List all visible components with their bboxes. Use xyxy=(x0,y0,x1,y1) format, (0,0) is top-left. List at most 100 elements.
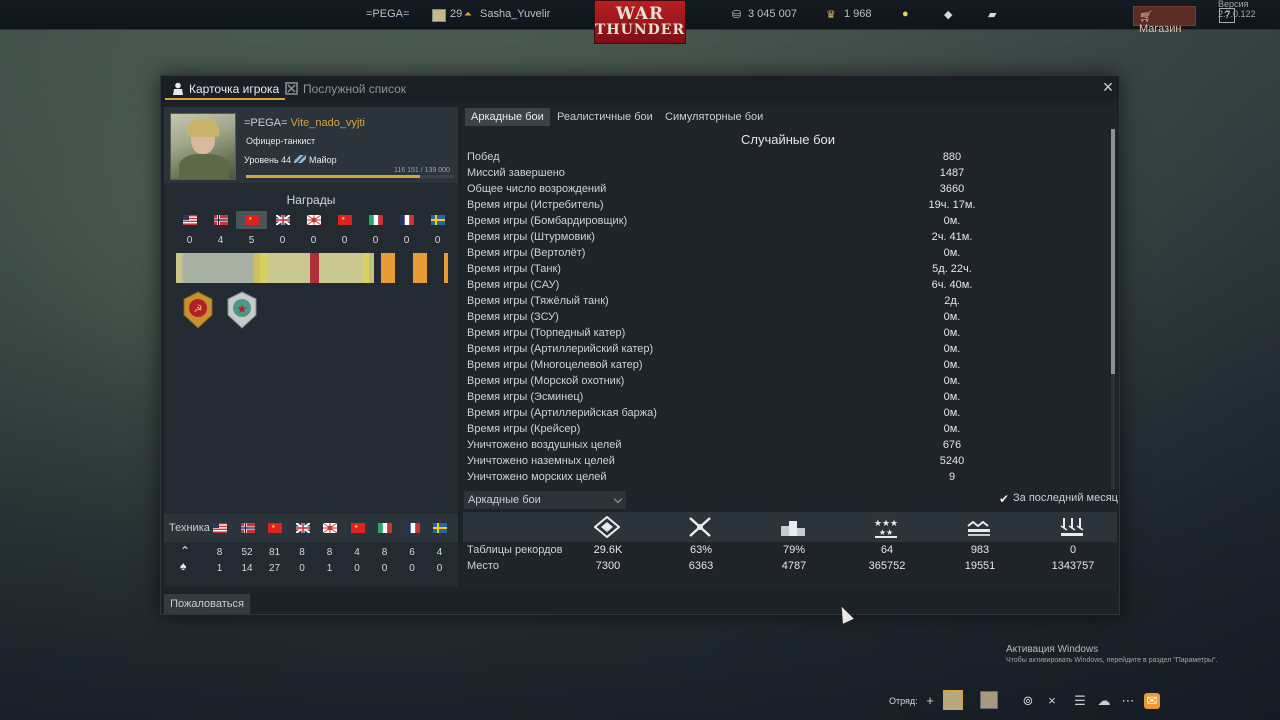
ribbon-3[interactable] xyxy=(310,253,319,283)
tab-service-record-label: Послужной список xyxy=(303,82,407,96)
ribbon-7[interactable] xyxy=(413,253,427,283)
award-nation-france[interactable] xyxy=(391,211,422,229)
list-icon[interactable]: ☰ xyxy=(1072,693,1088,709)
ribbon-8[interactable] xyxy=(444,253,448,283)
squad-member-avatar[interactable] xyxy=(943,690,963,710)
tab-simulator[interactable]: Симуляторные бои xyxy=(659,108,769,126)
ribbon-5[interactable] xyxy=(369,253,374,283)
report-button[interactable]: Пожаловаться xyxy=(164,594,250,614)
mail-icon[interactable]: ✉ xyxy=(1144,693,1160,709)
vehicle-nation-china-2[interactable]: ★ xyxy=(342,519,373,537)
award-nation-china-2[interactable]: ★ xyxy=(329,211,360,229)
ribbon-2[interactable] xyxy=(260,253,310,283)
stat-label: Уничтожено морских целей xyxy=(467,471,607,483)
vehicle-count: 81 xyxy=(268,547,281,558)
svg-text:★★: ★★ xyxy=(879,528,893,537)
award-nation-china[interactable]: ★ xyxy=(236,211,267,229)
japan-flag-icon xyxy=(323,523,337,533)
stat-value: 0м. xyxy=(943,247,961,259)
ribbon-1[interactable] xyxy=(176,253,260,283)
vehicle-nation-italy[interactable] xyxy=(369,519,400,537)
records-mode-dropdown[interactable]: Аркадные бои xyxy=(464,491,626,509)
spade-icon: ♠ xyxy=(180,559,187,573)
stat-row: Время игры (Вертолёт) 0м. xyxy=(467,247,1107,263)
stat-value: 0м. xyxy=(943,407,961,419)
tab-player-card[interactable]: Карточка игрока xyxy=(165,80,286,100)
stat-value: 1487 xyxy=(939,167,965,179)
stat-label: Время игры (Крейсер) xyxy=(467,423,581,435)
stat-value: 6ч. 40м. xyxy=(931,279,973,291)
stat-row: Время игры (Тяжёлый танк) 2д. xyxy=(467,295,1107,311)
award-count: 5 xyxy=(248,235,255,246)
vehicle-count: 27 xyxy=(268,563,281,574)
stat-label: Время игры (Вертолёт) xyxy=(467,247,586,259)
scrollbar-thumb[interactable] xyxy=(1111,129,1115,374)
stat-label: Время игры (ЗСУ) xyxy=(467,311,559,323)
stat-value: 676 xyxy=(942,439,962,451)
award-nation-britain[interactable] xyxy=(267,211,298,229)
excellent-tanker-badge-icon[interactable]: ★ xyxy=(226,291,258,329)
vehicle-nation-flags: ★ ★ xyxy=(210,519,460,537)
award-nation-norway[interactable] xyxy=(205,211,236,229)
player-level: Уровень 44 xyxy=(244,155,292,165)
stat-row: Уничтожено воздушных целей 676 xyxy=(467,439,1107,455)
lightbulb-icon[interactable]: ● xyxy=(902,8,909,20)
contacts-icon[interactable]: ☁ xyxy=(1096,693,1112,709)
vehicle-count: 52 xyxy=(241,547,253,558)
vehicle-nation-china[interactable]: ★ xyxy=(259,519,290,537)
tab-arcade[interactable]: Аркадные бои xyxy=(465,108,550,126)
vehicle-nation-sweden[interactable] xyxy=(424,519,455,537)
award-nation-japan[interactable] xyxy=(298,211,329,229)
stat-value: 0м. xyxy=(943,391,961,403)
records-leaderboard-label: Таблицы рекордов xyxy=(467,544,563,556)
squad-invite-icon[interactable]: ⊚ xyxy=(1020,693,1036,709)
vehicle-nation-norway[interactable] xyxy=(232,519,263,537)
shop-button[interactable]: 🛒︎Магазин xyxy=(1133,6,1196,35)
vehicle-count: 4 xyxy=(354,547,360,558)
ribbon-6[interactable] xyxy=(381,253,395,283)
clan-tag[interactable]: =PEGA= xyxy=(244,117,287,129)
vehicle-count: 4 xyxy=(436,547,443,558)
squad-member-avatar-2[interactable] xyxy=(980,691,998,709)
china-flag-icon: ★ xyxy=(268,523,282,533)
stat-label: Время игры (Многоцелевой катер) xyxy=(467,359,643,371)
ribbon-4[interactable] xyxy=(319,253,369,283)
award-counts: 0 4 5 0 0 0 0 0 0 xyxy=(174,235,454,249)
vehicle-nation-usa[interactable] xyxy=(204,519,235,537)
award-nation-italy[interactable] xyxy=(360,211,391,229)
last-month-checkbox[interactable]: ✔ За последний месяц xyxy=(999,492,1118,506)
stat-value: 0м. xyxy=(943,311,961,323)
friend-level: 29 xyxy=(450,8,463,20)
award-nation-sweden[interactable] xyxy=(422,211,453,229)
windows-activation-title: Активация Windows xyxy=(1006,644,1099,655)
friend-avatar-icon[interactable] xyxy=(432,9,446,22)
tab-realistic[interactable]: Реалистичные бои xyxy=(551,108,659,126)
war-thunder-logo: WAR THUNDER xyxy=(594,0,686,44)
premium-icon[interactable]: ◆ xyxy=(944,8,952,21)
tab-service-record[interactable]: Послужной список xyxy=(279,80,412,100)
chat-icon[interactable]: ⋯ xyxy=(1120,693,1136,709)
coupon-icon[interactable]: ▰ xyxy=(988,8,996,21)
up-chevron-icon: ⌃ xyxy=(180,544,191,558)
vehicle-count: 0 xyxy=(409,563,415,574)
vehicle-nation-japan[interactable] xyxy=(314,519,345,537)
record-value: 79% xyxy=(782,544,806,556)
close-icon[interactable]: × xyxy=(1101,78,1115,96)
stat-label: Время игры (САУ) xyxy=(467,279,560,291)
cart-icon: 🛒︎ xyxy=(1139,11,1153,23)
record-value: 4787 xyxy=(781,560,807,572)
japan-flag-icon xyxy=(307,215,321,225)
add-icon[interactable]: + xyxy=(922,693,938,709)
award-nation-usa[interactable] xyxy=(174,211,205,229)
close-icon[interactable]: × xyxy=(1044,693,1060,709)
award-count: 0 xyxy=(279,235,286,246)
vehicle-count: 1 xyxy=(216,563,223,574)
sweden-flag-icon xyxy=(431,215,445,225)
podium-icon xyxy=(781,521,805,536)
friend-name[interactable]: Sasha_Yuvelir xyxy=(480,8,550,20)
vehicle-count: 8 xyxy=(299,547,305,558)
soviet-guards-medal-icon[interactable]: ☭ xyxy=(182,291,214,329)
avatar[interactable] xyxy=(170,113,236,180)
vehicle-nation-britain[interactable] xyxy=(287,519,318,537)
vehicle-nation-france[interactable] xyxy=(397,519,428,537)
